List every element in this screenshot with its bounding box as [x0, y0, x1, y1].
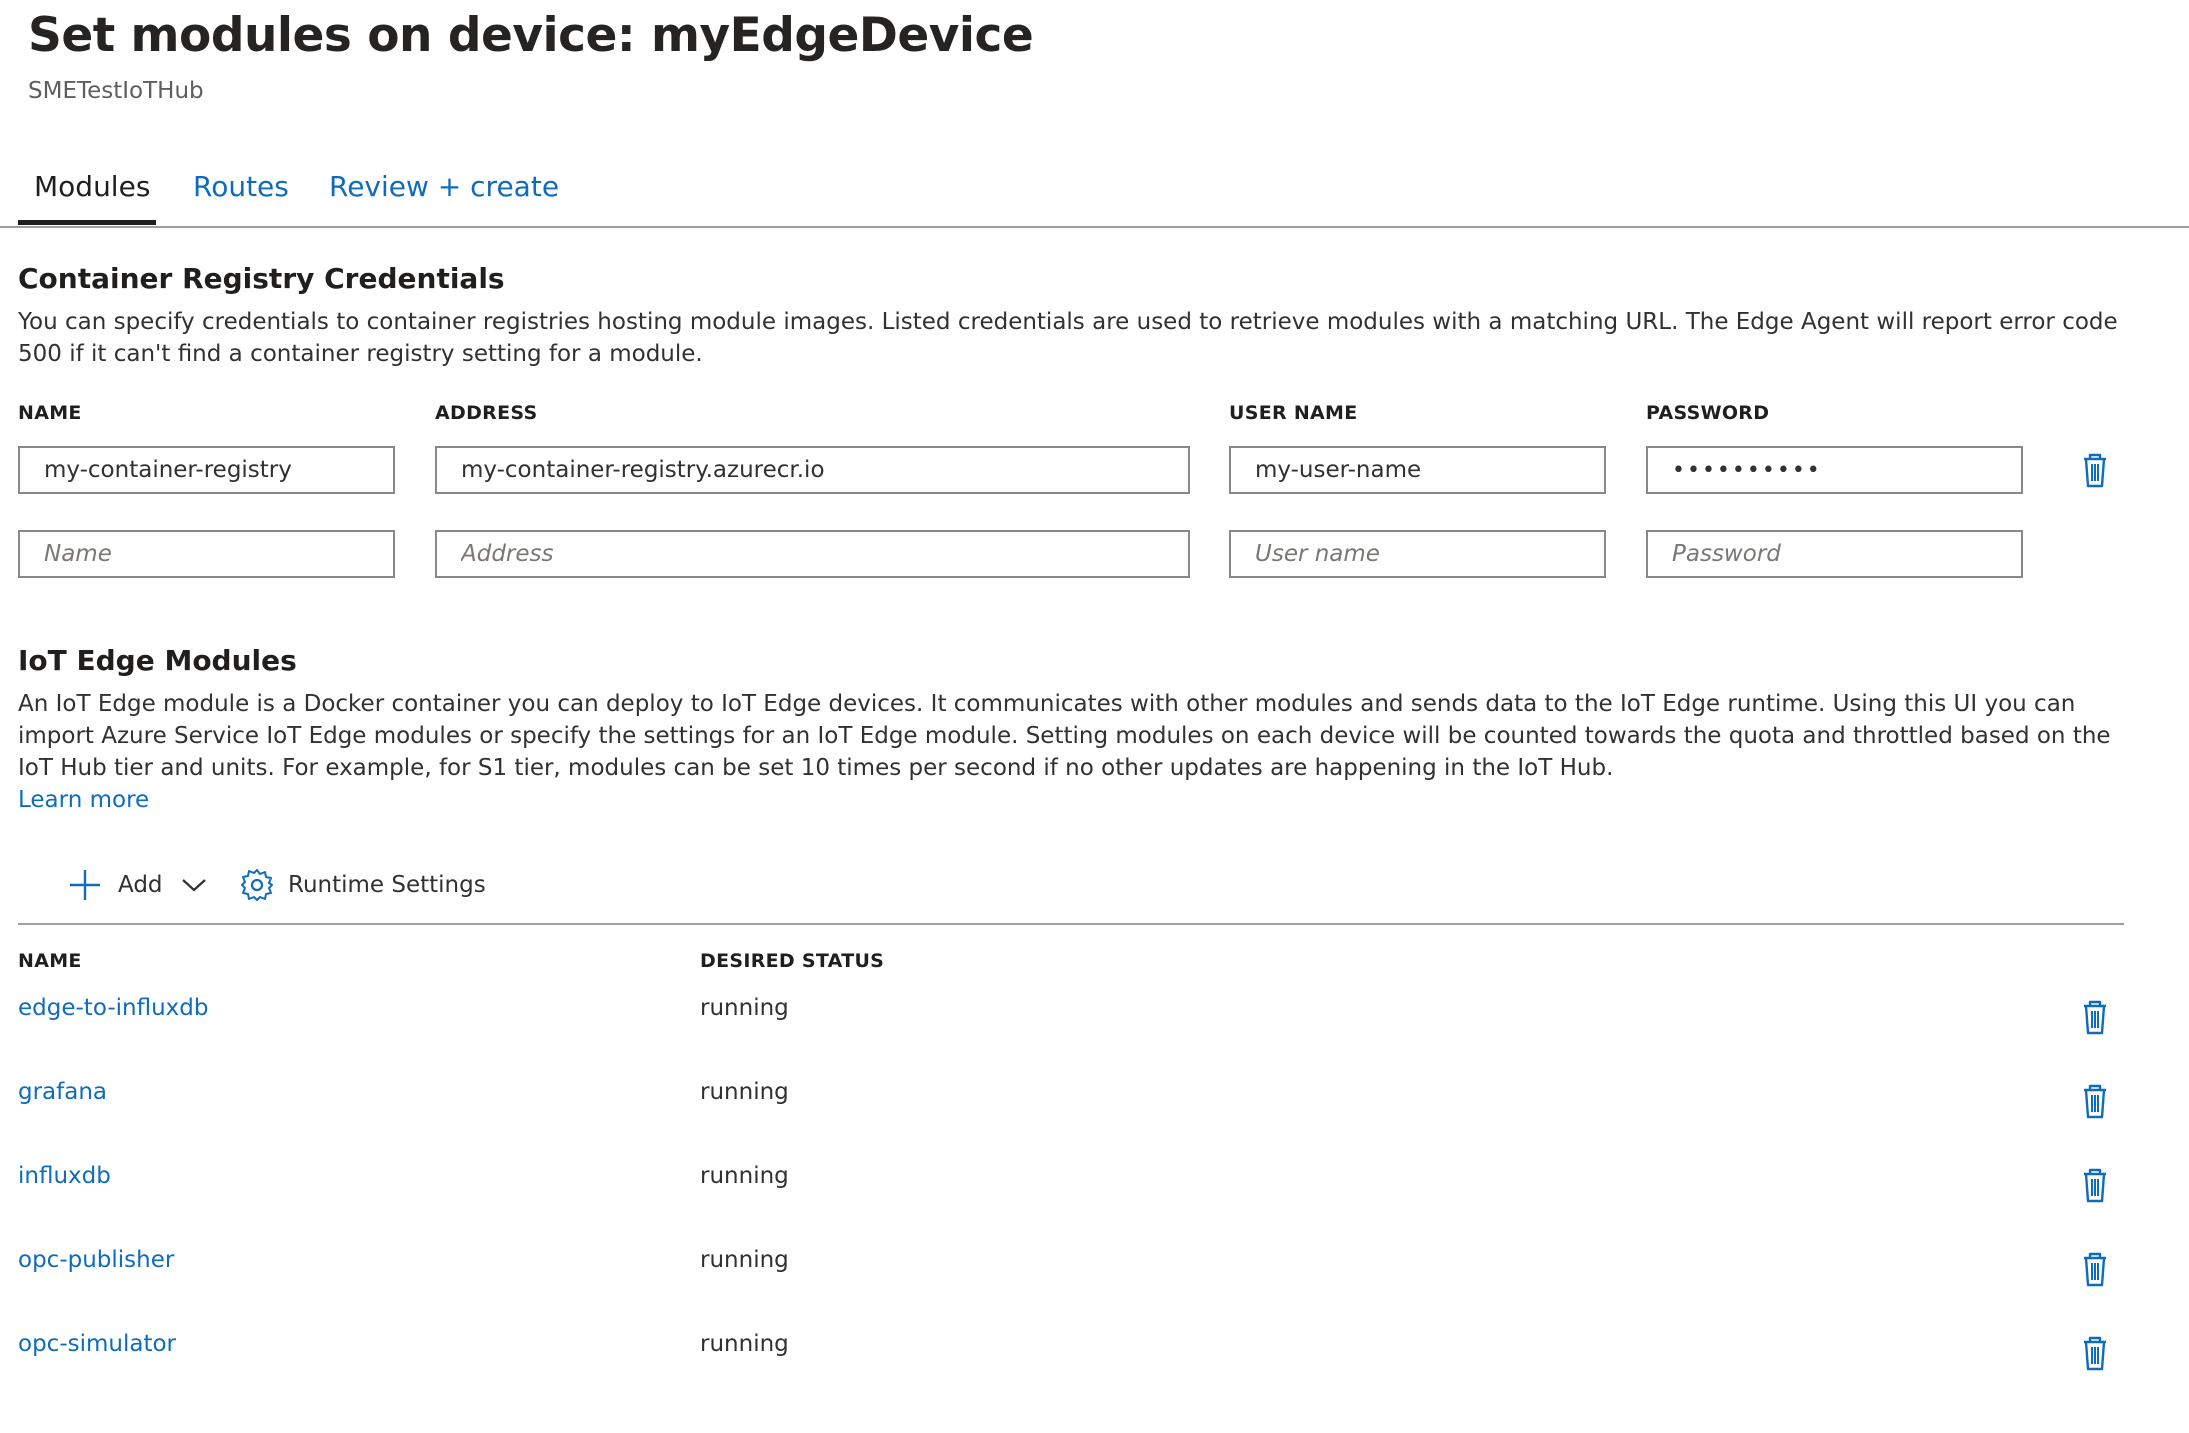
registry-address-field[interactable]: [435, 446, 1190, 494]
tab-modules[interactable]: Modules: [34, 170, 150, 203]
trash-icon: [2084, 1084, 2106, 1119]
registry-username-field[interactable]: [1229, 446, 1606, 494]
module-status: running: [700, 1331, 789, 1357]
plus-icon: [70, 870, 100, 900]
module-name-link[interactable]: grafana: [18, 1079, 107, 1105]
module-status: running: [700, 1247, 789, 1273]
learn-more-link[interactable]: Learn more: [18, 784, 149, 816]
trash-icon: [2084, 1168, 2106, 1203]
registry-col-password: PASSWORD: [1646, 402, 1770, 424]
active-tab-indicator: [18, 220, 156, 225]
registry-password-field[interactable]: [1646, 446, 2023, 494]
module-delete-button[interactable]: [2078, 997, 2112, 1037]
module-delete-button[interactable]: [2078, 1249, 2112, 1289]
trash-icon: [2084, 1000, 2106, 1035]
add-button[interactable]: Add: [68, 868, 207, 902]
module-delete-button[interactable]: [2078, 1165, 2112, 1205]
gear-icon: [241, 869, 273, 901]
registry-col-username: USER NAME: [1229, 402, 1358, 424]
registry-section-title: Container Registry Credentials: [18, 262, 505, 295]
trash-icon: [2084, 1336, 2106, 1371]
module-status: running: [700, 995, 789, 1021]
registry-new-username-field[interactable]: [1229, 530, 1606, 578]
page-title: Set modules on device: myEdgeDevice: [28, 8, 1034, 63]
modules-col-status: DESIRED STATUS: [700, 950, 885, 972]
registry-col-name: NAME: [18, 402, 82, 424]
module-status: running: [700, 1163, 789, 1189]
registry-new-name-field[interactable]: [18, 530, 395, 578]
chevron-down-icon: [181, 879, 206, 892]
registry-new-password-field[interactable]: [1646, 530, 2023, 578]
trash-icon: [2084, 1252, 2106, 1287]
runtime-settings-label: Runtime Settings: [288, 872, 486, 898]
registry-description: You can specify credentials to container…: [18, 309, 2118, 367]
module-delete-button[interactable]: [2078, 1333, 2112, 1373]
module-name-link[interactable]: opc-publisher: [18, 1247, 174, 1273]
toolbar-divider: [18, 923, 2124, 925]
tabs-divider: [0, 226, 2189, 228]
module-name-link[interactable]: influxdb: [18, 1163, 111, 1189]
modules-col-name: NAME: [18, 950, 82, 972]
tab-review-create[interactable]: Review + create: [329, 170, 559, 203]
trash-icon: [2084, 453, 2106, 488]
registry-new-address-field[interactable]: [435, 530, 1190, 578]
module-name-link[interactable]: edge-to-influxdb: [18, 995, 208, 1021]
module-name-link[interactable]: opc-simulator: [18, 1331, 176, 1357]
registry-col-address: ADDRESS: [435, 402, 538, 424]
module-status: running: [700, 1079, 789, 1105]
modules-description: An IoT Edge module is a Docker container…: [18, 691, 2111, 781]
add-button-label: Add: [118, 872, 163, 898]
registry-name-field[interactable]: [18, 446, 395, 494]
runtime-settings-button[interactable]: Runtime Settings: [240, 868, 486, 902]
page-subtitle: SMETestIoTHub: [28, 78, 204, 104]
module-delete-button[interactable]: [2078, 1081, 2112, 1121]
registry-delete-button[interactable]: [2078, 450, 2112, 490]
modules-section-title: IoT Edge Modules: [18, 644, 297, 677]
tab-routes[interactable]: Routes: [193, 170, 289, 203]
